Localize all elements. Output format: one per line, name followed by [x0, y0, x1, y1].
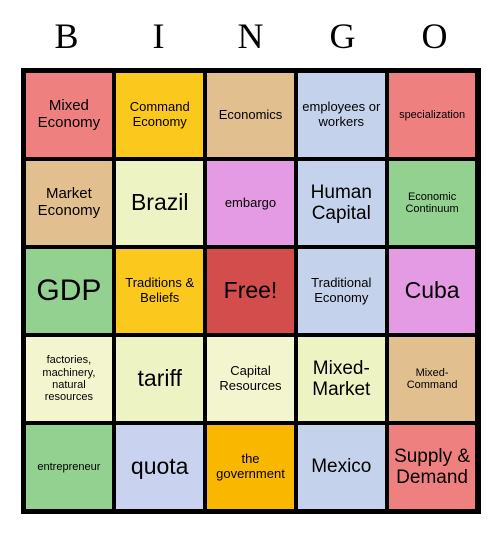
bingo-cell[interactable]: GDP — [23, 247, 115, 335]
bingo-cell-label: Economic Continuum — [405, 190, 459, 215]
bingo-cell-label: Market Economy — [37, 185, 101, 219]
bingo-cell-label: embargo — [224, 194, 277, 210]
bingo-row: Market Economy Brazil embargo Human Capi… — [23, 159, 478, 247]
bingo-cell-label: Mixed-Command — [406, 366, 458, 391]
bingo-cell-label: GDP — [36, 274, 102, 308]
bingo-cell[interactable]: Economics — [205, 71, 296, 159]
bingo-cell[interactable]: factories, machinery, natural resources — [23, 335, 115, 423]
bingo-cell-label: the government — [216, 451, 285, 481]
bingo-cell-label: Mixed-Market — [312, 357, 371, 400]
bingo-cell-label: Capital Resources — [219, 363, 282, 393]
bingo-cell-label: Traditional Economy — [311, 275, 372, 305]
bingo-cell[interactable]: Mixed-Market — [295, 335, 387, 423]
bingo-cell[interactable]: the government — [205, 423, 296, 511]
bingo-cell-free-space[interactable]: Free! — [205, 247, 296, 335]
bingo-cell-label: Brazil — [130, 189, 189, 216]
bingo-cell[interactable]: tariff — [114, 335, 206, 423]
bingo-row: Mixed Economy Command Economy Economics … — [23, 71, 478, 159]
bingo-letter-b: B — [54, 16, 79, 56]
bingo-cell[interactable]: quota — [114, 423, 206, 511]
bingo-cell[interactable]: Command Economy — [114, 71, 206, 159]
bingo-cell-label: Command Economy — [129, 99, 190, 129]
bingo-cell[interactable]: Supply & Demand — [386, 423, 478, 511]
bingo-cell[interactable]: specialization — [386, 71, 478, 159]
bingo-grid: Mixed Economy Command Economy Economics … — [20, 68, 481, 514]
bingo-header-row: B I N G O — [21, 0, 481, 62]
bingo-cell[interactable]: Traditions & Beliefs — [114, 247, 206, 335]
bingo-cell[interactable]: Traditional Economy — [295, 247, 387, 335]
bingo-cell-label: factories, machinery, natural resources — [42, 354, 96, 404]
bingo-cell[interactable]: Mexico — [295, 423, 387, 511]
bingo-letter-o: O — [421, 16, 448, 56]
bingo-cell[interactable]: embargo — [205, 159, 296, 247]
bingo-cell[interactable]: Brazil — [114, 159, 206, 247]
bingo-cell-label: Mexico — [311, 456, 372, 478]
bingo-letter-i: I — [152, 16, 165, 56]
bingo-cell[interactable]: Economic Continuum — [386, 159, 478, 247]
bingo-cell[interactable]: Market Economy — [23, 159, 115, 247]
bingo-cell[interactable]: Human Capital — [295, 159, 387, 247]
bingo-cell[interactable]: entrepreneur — [23, 423, 115, 511]
bingo-cell-label: Cuba — [404, 277, 460, 304]
bingo-cell-label: specialization — [399, 108, 466, 121]
bingo-cell-label: Economics — [218, 106, 283, 122]
bingo-cell-label: tariff — [137, 365, 182, 392]
bingo-cell-label: entrepreneur — [37, 460, 101, 473]
bingo-cell[interactable]: Mixed-Command — [386, 335, 478, 423]
bingo-card: B I N G O Mixed Economy Command Economy … — [0, 0, 501, 544]
bingo-cell-label: employees or workers — [302, 99, 381, 129]
bingo-cell[interactable]: Cuba — [386, 247, 478, 335]
bingo-cell[interactable]: Capital Resources — [205, 335, 296, 423]
bingo-cell-label: Free! — [223, 277, 278, 304]
bingo-row: entrepreneur quota the government Mexico… — [23, 423, 478, 511]
bingo-cell[interactable]: employees or workers — [295, 71, 387, 159]
bingo-row: factories, machinery, natural resources … — [23, 335, 478, 423]
bingo-row: GDP Traditions & Beliefs Free! Tradition… — [23, 247, 478, 335]
bingo-cell-label: quota — [130, 453, 189, 480]
bingo-cell-label: Traditions & Beliefs — [125, 275, 195, 305]
bingo-letter-n: N — [237, 16, 264, 56]
bingo-cell-label: Mixed Economy — [37, 97, 101, 131]
bingo-cell-label: Supply & Demand — [394, 445, 471, 488]
bingo-cell-label: Human Capital — [310, 181, 372, 224]
bingo-letter-g: G — [329, 16, 356, 56]
bingo-cell[interactable]: Mixed Economy — [23, 71, 115, 159]
